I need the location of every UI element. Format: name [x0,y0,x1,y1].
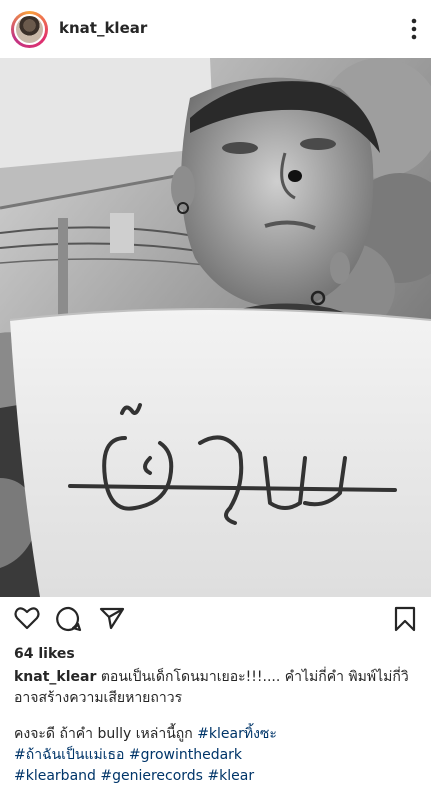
more-vertical-icon[interactable] [411,18,417,40]
comment-icon[interactable] [56,606,82,632]
post-username[interactable]: knat_klear [59,19,147,37]
likes-count[interactable]: 64 likes [14,646,75,662]
share-icon[interactable] [99,606,125,630]
bookmark-icon[interactable] [394,606,416,632]
hashtag[interactable]: #ถ้าฉันเป็นแม่เธอ [14,747,124,763]
caption-line-2: อาจสร้างความเสียหายถาวร [14,690,183,706]
hashtag[interactable]: #klearทิ้งซะ [197,726,277,742]
caption-username[interactable]: knat_klear [14,669,96,685]
hashtag[interactable]: #klear [207,768,254,784]
caption-line-4: #ถ้าฉันเป็นแม่เธอ #growinthedark [14,745,419,766]
caption-line-3: คงจะดี ถ้าคำ bully เหล่านี้ถูก #klearทิ้… [14,724,419,745]
caption-text-1: ตอนเป็นเด็กโดนมาเยอะ!!!.... คำไม่กี่คำ พ… [100,669,409,685]
post-photo[interactable] [0,58,431,597]
avatar[interactable] [11,11,48,48]
hashtag[interactable]: #klearband [14,768,96,784]
action-bar [0,606,431,636]
caption-line-5: #klearband #genierecords #klear [14,766,419,787]
post-caption: knat_klear ตอนเป็นเด็กโดนมาเยอะ!!!.... ค… [14,667,419,787]
photo-illustration [0,58,431,597]
heart-icon[interactable] [14,606,40,630]
hashtag[interactable]: #growinthedark [129,747,242,763]
caption-line-1: knat_klear ตอนเป็นเด็กโดนมาเยอะ!!!.... ค… [14,667,419,688]
avatar-image [14,14,45,45]
caption-text-3: คงจะดี ถ้าคำ bully เหล่านี้ถูก [14,726,198,742]
hashtag[interactable]: #genierecords [100,768,203,784]
post-header: knat_klear [0,0,431,58]
